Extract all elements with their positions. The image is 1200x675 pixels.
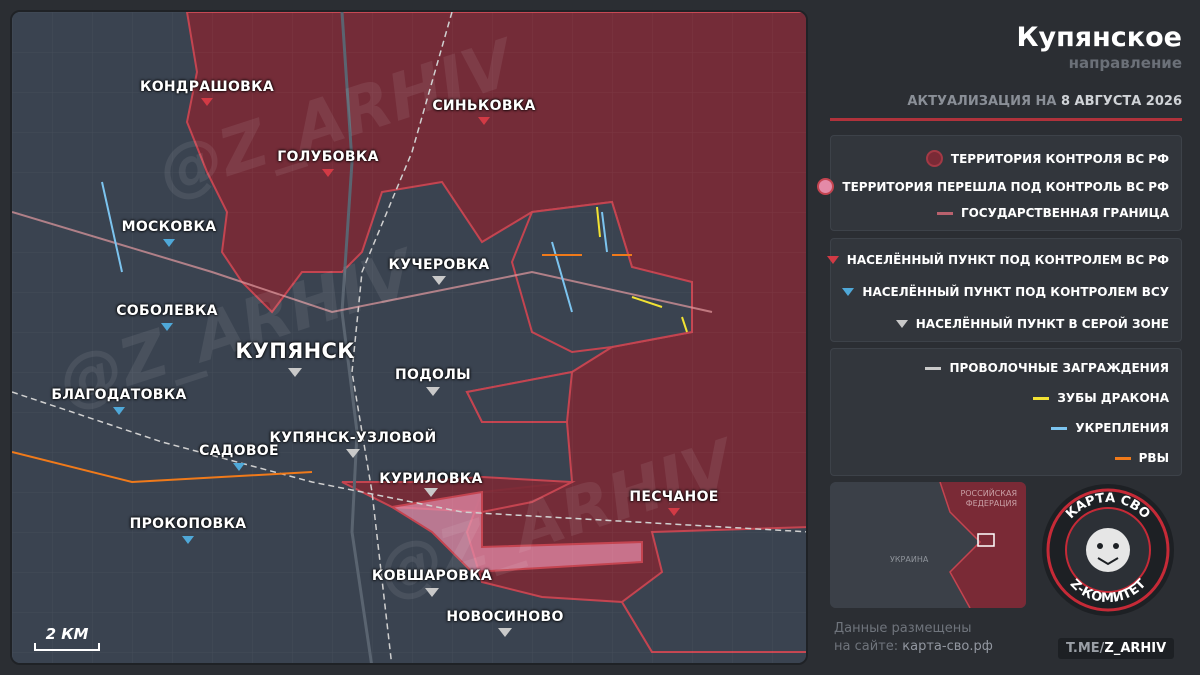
page-subtitle: направление [1068,54,1182,72]
marker-kurilovka [424,488,438,497]
update-prefix: АКТУАЛИЗАЦИЯ НА [907,94,1057,109]
inset-svg: РОССИЙСКАЯ ФЕДЕРАЦИЯ УКРАИНА [830,482,1026,608]
title-divider [830,118,1182,121]
marker-prokopovka [182,536,194,544]
page-title: Купянское [1016,22,1182,53]
gray-settlement-icon [895,320,908,328]
inset-label-ru-2: ФЕДЕРАЦИЯ [966,499,1017,508]
update-date: 8 АВГУСТА 2026 [1060,94,1182,109]
legend-row-ua-settlement: НАСЕЛЁННЫЙ ПУНКТ ПОД КОНТРОЛЕМ ВСУ [842,285,1169,299]
town-label-sinkovka: СИНЬКОВКА [432,98,536,114]
ua-settlement-icon [842,288,855,296]
legend-territory: ТЕРРИТОРИЯ КОНТРОЛЯ ВС РФ ТЕРРИТОРИЯ ПЕР… [817,135,1182,231]
marker-kondrashovka [201,98,213,106]
border-swatch [936,211,953,215]
marker-kupyansk-uzlovoy [346,449,360,458]
map-frame: @Z_ARHIV @Z_ARHIV @Z_ARHIV КОНДРАШОВКА С… [10,10,808,665]
site-note: Данные размещены на сайте: карта-сво.рф [834,621,993,654]
town-label-moskovka: МОСКОВКА [121,219,217,235]
update-line-text: АКТУАЛИЗАЦИЯ НА 8 АВГУСТА 2026 [907,94,1182,109]
marker-moskovka [163,239,175,247]
fortification-swatch [1051,426,1068,430]
legend-panel: Купянское направление АКТУАЛИЗАЦИЯ НА 8 … [817,10,1190,665]
marker-peschanoe [668,508,680,516]
town-label-kondrashovka: КОНДРАШОВКА [139,79,275,95]
town-label-kupyansk-uzlovoy: КУПЯНСК-УЗЛОВОЙ [269,430,437,446]
town-label-kurilovka: КУРИЛОВКА [379,471,483,487]
ru-settlement-icon [826,256,839,264]
town-label-sobolevka: СОБОЛЕВКА [116,303,218,319]
legend-row-gray-settlement: НАСЕЛЁННЫЙ ПУНКТ В СЕРОЙ ЗОНЕ [895,317,1169,331]
legend-row-ru-territory: ТЕРРИТОРИЯ КОНТРОЛЯ ВС РФ [925,150,1169,167]
site-link[interactable]: карта-сво.рф [902,639,993,654]
town-label-golubovka: ГОЛУБОВКА [277,149,379,165]
town-label-blagodatovka: БЛАГОДАТОВКА [51,387,187,403]
dragon-teeth-swatch [1033,396,1050,400]
marker-golubovka [322,169,334,177]
marker-kupyansk [288,368,302,377]
telegram-link[interactable]: T.ME/Z_ARHIV [1058,638,1175,659]
marker-kovsharovka [425,588,439,597]
scale-label: 2 КМ [45,625,89,643]
marker-novosinovo [498,628,512,637]
legend-row-border: ГОСУДАРСТВЕННАЯ ГРАНИЦА [936,206,1169,220]
legend-settlements: НАСЕЛЁННЫЙ ПУНКТ ПОД КОНТРОЛЕМ ВС РФ НАС… [826,238,1182,342]
town-label-podoly: ПОДОЛЫ [395,367,471,383]
wire-swatch [925,366,942,370]
legend-fortifications: ПРОВОЛОЧНЫЕ ЗАГРАЖДЕНИЯ ЗУБЫ ДРАКОНА УКР… [830,348,1182,476]
ru-territory-swatch [925,150,943,167]
marker-sadovoe [233,463,245,471]
legend-row-ditches: РВЫ [1114,451,1169,465]
inset-label-ua: УКРАИНА [890,555,929,564]
legend-row-new-territory: ТЕРРИТОРИЯ ПЕРЕШЛА ПОД КОНТРОЛЬ ВС РФ [817,178,1169,195]
town-label-sadovoe: САДОВОЕ [199,443,279,459]
scale-bar [34,643,100,651]
legend-row-wire: ПРОВОЛОЧНЫЕ ЗАГРАЖДЕНИЯ [925,361,1169,375]
town-label-kucherovka: КУЧЕРОВКА [388,257,490,273]
marker-sobolevka [161,323,173,331]
town-label-novosinovo: НОВОСИНОВО [446,609,564,625]
overview-inset-map: РОССИЙСКАЯ ФЕДЕРАЦИЯ УКРАИНА [830,482,1026,608]
legend-row-ru-settlement: НАСЕЛЁННЫЙ ПУНКТ ПОД КОНТРОЛЕМ ВС РФ [826,253,1169,267]
inset-label-ru: РОССИЙСКАЯ [960,487,1017,498]
legend-row-dragon-teeth: ЗУБЫ ДРАКОНА [1033,391,1169,405]
map-scale: 2 КМ [34,625,100,651]
legend-row-fortifications: УКРЕПЛЕНИЯ [1051,421,1169,435]
marker-kucherovka [432,276,446,285]
marker-blagodatovka [113,407,125,415]
ditch-swatch [1114,456,1131,460]
marker-podoly [426,387,440,396]
marker-sinkovka [478,117,490,125]
town-label-kupyansk: КУПЯНСК [235,339,355,363]
new-territory-swatch [817,178,835,195]
town-label-kovsharovka: КОВШАРОВКА [371,568,493,584]
town-label-peschanoe: ПЕСЧАНОЕ [629,489,719,505]
town-label-prokopovka: ПРОКОПОВКА [129,516,247,532]
karta-svo-logo: КАРТА СВО Z-КОМИТЕТ [1038,480,1178,620]
